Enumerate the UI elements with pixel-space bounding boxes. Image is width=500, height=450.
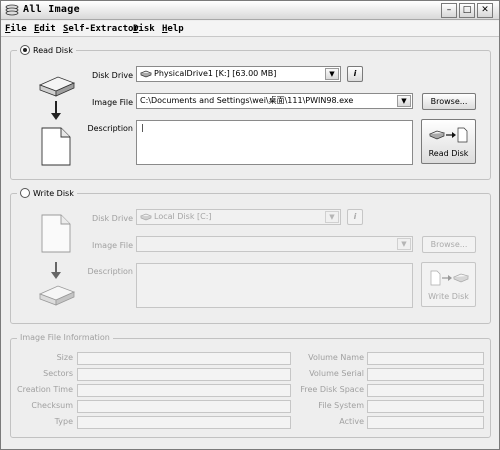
- write-browse-button[interactable]: Browse...: [422, 236, 476, 253]
- window-title: All Image: [23, 4, 80, 15]
- image-info-group: Image File Information Size Sectors Crea…: [10, 333, 491, 438]
- info-file-system-field: [367, 400, 484, 413]
- drive-icon: [140, 213, 152, 221]
- read-image-file-value: C:\Documents and Settings\wei\桌面\111\PWI…: [140, 96, 354, 105]
- menu-bar: File Edit Self-Extractor Disk Help: [1, 21, 499, 37]
- read-disk-info-button[interactable]: i: [347, 66, 363, 82]
- info-file-system-label: File System: [318, 401, 364, 410]
- write-disk-radio[interactable]: Write Disk: [17, 188, 77, 198]
- app-window: All Image – □ ✕ File Edit Self-Extractor…: [0, 0, 500, 450]
- info-active-field: [367, 416, 484, 429]
- chevron-down-icon[interactable]: ▼: [397, 95, 411, 107]
- menu-help-label: elp: [167, 24, 184, 34]
- close-button[interactable]: ✕: [477, 3, 493, 18]
- write-disk-button[interactable]: Write Disk: [421, 262, 476, 307]
- down-arrow-icon: [51, 101, 61, 120]
- menu-help[interactable]: Help: [162, 24, 184, 34]
- info-checksum-field: [77, 400, 291, 413]
- write-disk-graphic: [38, 214, 76, 306]
- write-description-textarea[interactable]: [136, 263, 413, 308]
- hard-disk-icon: [38, 285, 76, 306]
- write-disk-info-button[interactable]: i: [347, 209, 363, 225]
- write-image-file-label: Image File: [92, 241, 133, 250]
- menu-file-label: ile: [10, 24, 27, 34]
- image-info-legend: Image File Information: [20, 333, 110, 342]
- write-disk-group: Write Disk Disk Drive Local Disk [C:] ▼ …: [10, 188, 491, 324]
- info-free-space-field: [367, 384, 484, 397]
- write-disk-legend: Write Disk: [33, 188, 74, 198]
- read-disk-button[interactable]: Read Disk: [421, 119, 476, 164]
- info-type-label: Type: [54, 417, 73, 426]
- read-disk-drive-label: Disk Drive: [91, 71, 133, 80]
- read-description-textarea[interactable]: |: [136, 120, 413, 165]
- info-active-label: Active: [339, 417, 364, 426]
- info-creation-time-field: [77, 384, 291, 397]
- read-disk-group: Read Disk Disk Drive PhysicalDrive1 [K:]…: [10, 45, 491, 180]
- write-disk-drive-value: Local Disk [C:]: [154, 212, 212, 221]
- info-type-field: [77, 416, 291, 429]
- info-volume-serial-field: [367, 368, 484, 381]
- menu-self-extractor-label: elf-Extractor: [68, 24, 139, 34]
- menu-edit-label: dit: [39, 24, 56, 34]
- info-creation-time-label: Creation Time: [17, 385, 73, 394]
- title-bar[interactable]: All Image – □ ✕: [1, 1, 499, 20]
- read-disk-radio-indicator[interactable]: [20, 45, 30, 55]
- down-arrow-icon: [51, 262, 61, 279]
- info-free-space-label: Free Disk Space: [300, 385, 364, 394]
- app-disks-icon: [5, 4, 19, 16]
- info-volume-name-field: [367, 352, 484, 365]
- info-sectors-field: [77, 368, 291, 381]
- minimize-button[interactable]: –: [441, 3, 457, 18]
- info-volume-name-label: Volume Name: [308, 353, 364, 362]
- read-description-label: Description: [87, 124, 133, 133]
- write-disk-drive-select[interactable]: Local Disk [C:] ▼: [136, 209, 341, 225]
- read-disk-drive-value: PhysicalDrive1 [K:] [63.00 MB]: [154, 69, 277, 78]
- chevron-down-icon[interactable]: ▼: [325, 211, 339, 223]
- write-disk-button-label: Write Disk: [428, 292, 469, 301]
- maximize-button[interactable]: □: [459, 3, 475, 18]
- write-disk-drive-label: Disk Drive: [91, 214, 133, 223]
- info-sectors-label: Sectors: [43, 369, 73, 378]
- write-description-label: Description: [87, 267, 133, 276]
- info-size-field: [77, 352, 291, 365]
- read-disk-drive-select[interactable]: PhysicalDrive1 [K:] [63.00 MB] ▼: [136, 66, 341, 82]
- info-volume-serial-label: Volume Serial: [309, 369, 364, 378]
- menu-edit[interactable]: Edit: [34, 24, 56, 34]
- info-size-label: Size: [56, 353, 73, 362]
- menu-disk-label: isk: [138, 24, 155, 34]
- read-image-file-combo[interactable]: C:\Documents and Settings\wei\桌面\111\PWI…: [136, 93, 413, 109]
- drive-icon: [140, 70, 152, 78]
- menu-file[interactable]: File: [5, 24, 27, 34]
- read-description-value: |: [141, 123, 144, 132]
- disk-to-file-icon: [429, 127, 468, 143]
- file-icon: [41, 127, 71, 166]
- write-image-file-combo[interactable]: ▼: [136, 236, 413, 252]
- chevron-down-icon[interactable]: ▼: [325, 68, 339, 80]
- file-to-disk-icon: [430, 270, 469, 286]
- info-checksum-label: Checksum: [31, 401, 73, 410]
- read-disk-legend: Read Disk: [33, 45, 73, 55]
- chevron-down-icon[interactable]: ▼: [397, 238, 411, 250]
- read-disk-graphic: [38, 76, 76, 166]
- write-disk-radio-indicator[interactable]: [20, 188, 30, 198]
- read-disk-radio[interactable]: Read Disk: [17, 45, 76, 55]
- read-disk-button-label: Read Disk: [428, 149, 469, 158]
- menu-disk[interactable]: Disk: [133, 24, 155, 34]
- read-image-file-label: Image File: [92, 98, 133, 107]
- read-browse-button[interactable]: Browse...: [422, 93, 476, 110]
- image-info-legend-wrap: Image File Information: [17, 333, 113, 342]
- menu-self-extractor[interactable]: Self-Extractor: [63, 24, 139, 34]
